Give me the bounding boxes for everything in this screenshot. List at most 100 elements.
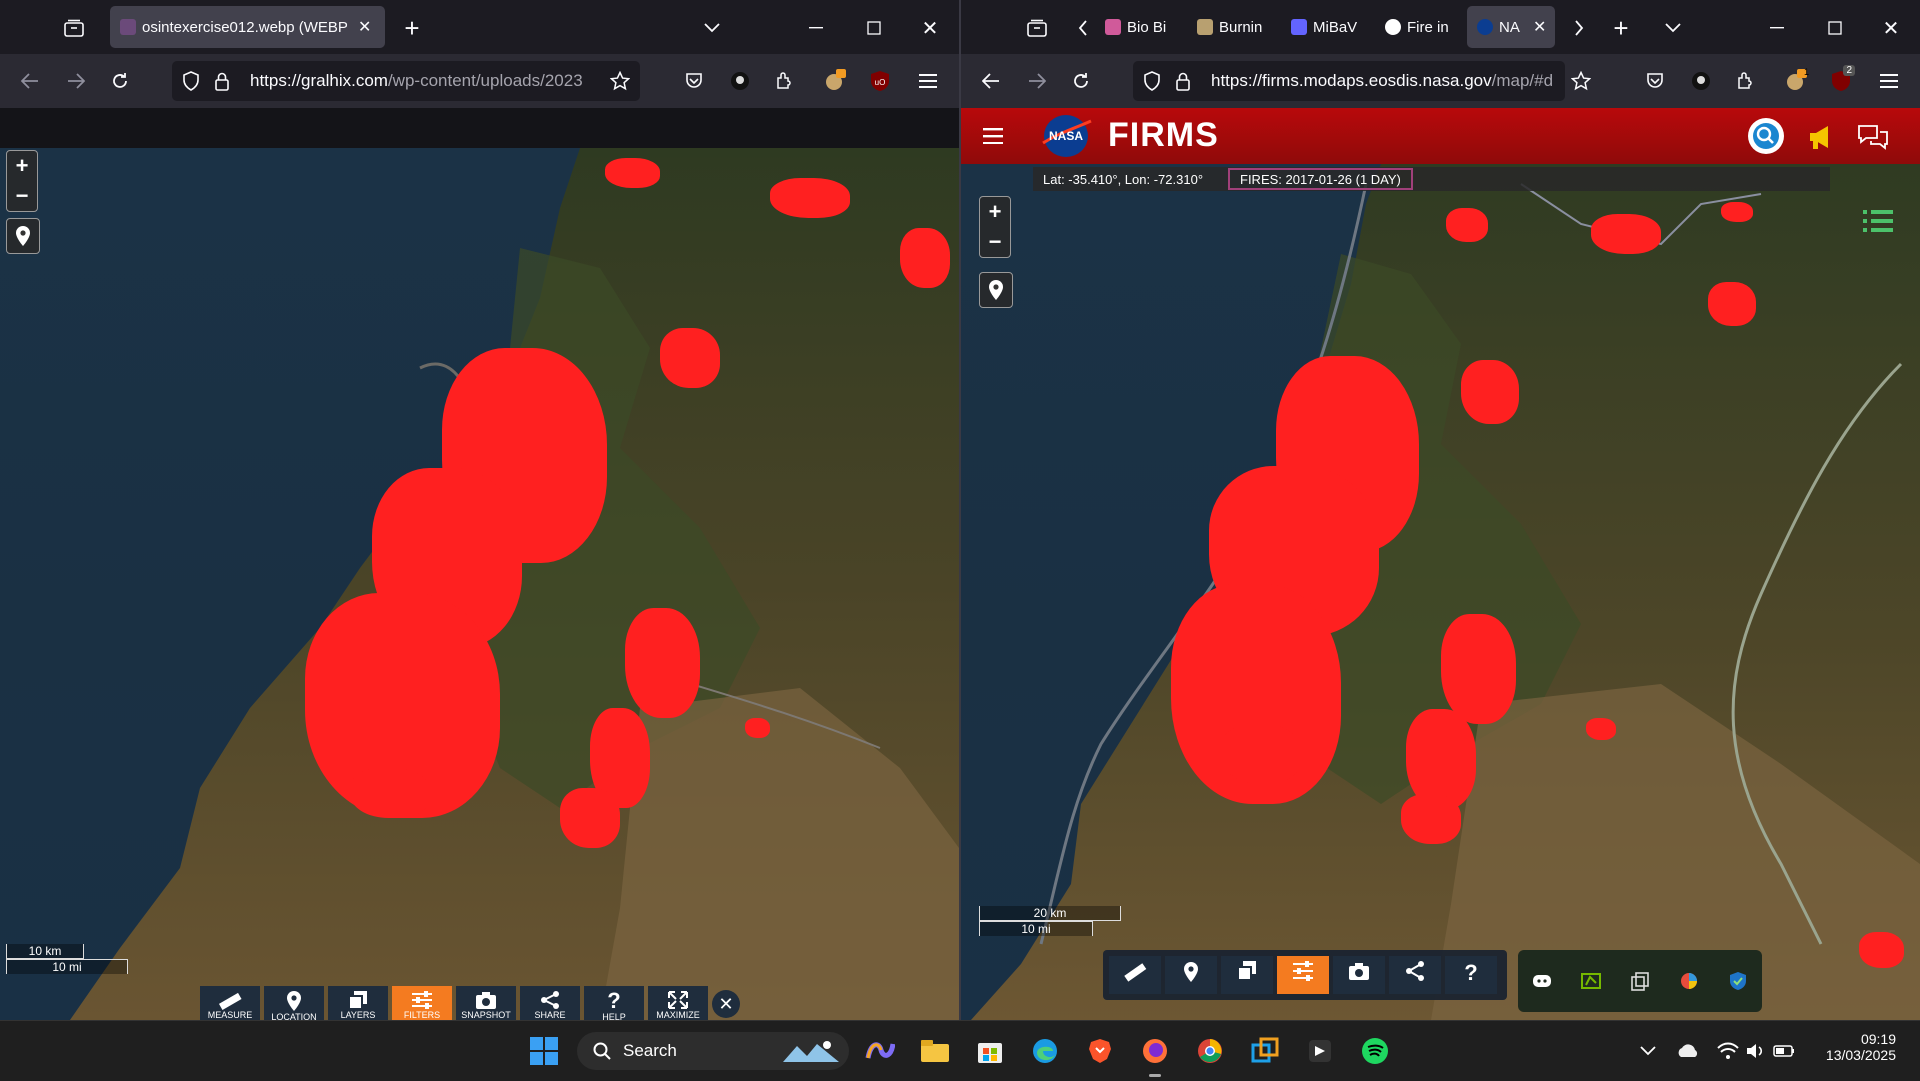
minimize-icon[interactable] — [1763, 14, 1791, 42]
search-location-button[interactable] — [1748, 118, 1784, 154]
close-window-icon[interactable]: ✕ — [1877, 14, 1905, 42]
maximize-icon[interactable] — [860, 14, 888, 42]
tab-bio[interactable]: Bio Bi — [1101, 6, 1181, 48]
tab-osint-image[interactable]: osintexercise012.webp (WEBP Ir ✕ — [110, 6, 385, 48]
file-explorer-icon[interactable] — [915, 1031, 955, 1071]
ublock-icon[interactable]: 2 — [1827, 65, 1855, 95]
back-icon[interactable] — [16, 67, 44, 95]
pocket-icon[interactable] — [1641, 67, 1669, 95]
snapshot-button[interactable] — [1333, 956, 1385, 994]
close-window-icon[interactable]: ✕ — [916, 14, 944, 42]
microsoft-store-icon[interactable] — [970, 1031, 1010, 1071]
clock[interactable]: 09:19 13/03/2025 — [1800, 1031, 1896, 1063]
tab-fire[interactable]: Fire in — [1375, 6, 1460, 48]
firms-map[interactable]: Lat: -35.410°, Lon: -72.310° FIRES: 2017… — [961, 164, 1920, 1020]
discord-icon[interactable] — [1531, 971, 1553, 991]
nvidia-icon[interactable] — [1580, 971, 1602, 991]
bookmark-star-icon[interactable] — [606, 67, 634, 95]
share-button[interactable]: SHARE — [520, 986, 580, 1020]
taskbar-search[interactable]: Search — [577, 1032, 849, 1070]
close-tab-icon[interactable]: ✕ — [1533, 17, 1546, 37]
maximize-map-button[interactable]: MAXIMIZE — [648, 986, 708, 1020]
maximize-icon[interactable] — [1821, 14, 1849, 42]
layers-button[interactable]: LAYERS — [328, 986, 388, 1020]
url-bar[interactable]: https://gralhix.com/wp-content/uploads/2… — [172, 61, 640, 101]
snapshot-button[interactable]: SNAPSHOT — [456, 986, 516, 1020]
lock-icon[interactable] — [1175, 71, 1191, 91]
multiscreen-app-icon[interactable] — [1245, 1031, 1285, 1071]
share-button[interactable] — [1389, 956, 1441, 994]
list-tabs-icon[interactable] — [1659, 14, 1687, 42]
close-tab-icon[interactable]: ✕ — [358, 17, 371, 37]
chrome-icon[interactable] — [1190, 1031, 1230, 1071]
shield-icon[interactable] — [1143, 71, 1161, 91]
show-hidden-icons-icon[interactable] — [1628, 1031, 1668, 1071]
close-toolbar-button[interactable]: ✕ — [712, 990, 740, 1018]
extensions-puzzle-icon[interactable] — [1731, 67, 1759, 95]
lock-icon[interactable] — [214, 71, 230, 91]
zoom-out-button[interactable]: − — [980, 227, 1010, 257]
feedback-chat-icon[interactable] — [1856, 120, 1890, 154]
search-highlight-image-icon — [783, 1041, 839, 1062]
back-icon[interactable] — [977, 67, 1005, 95]
new-tab-icon[interactable]: + — [1607, 13, 1635, 43]
zoom-in-button[interactable]: + — [980, 197, 1010, 227]
tab-overview-icon[interactable] — [1023, 14, 1051, 42]
measure-button[interactable]: MEASURE — [200, 986, 260, 1020]
extension-privacy-icon[interactable] — [726, 67, 754, 95]
tab-mibav[interactable]: MiBaV — [1281, 6, 1366, 48]
battery-icon[interactable] — [1764, 1031, 1804, 1071]
firefox-icon[interactable] — [1135, 1031, 1175, 1077]
bookmark-star-icon[interactable] — [1567, 67, 1595, 95]
menu-icon[interactable] — [914, 67, 942, 95]
location-pin-button[interactable] — [6, 218, 40, 254]
tab-overview-icon[interactable] — [60, 14, 88, 42]
location-button[interactable]: LOCATION — [264, 986, 324, 1020]
fire-cluster — [1859, 932, 1904, 968]
url-bar[interactable]: https://firms.modaps.eosdis.nasa.gov/map… — [1133, 61, 1565, 101]
help-button[interactable]: ? — [1445, 956, 1497, 994]
ublock-icon[interactable]: uO — [866, 67, 894, 95]
extension-privacy-icon[interactable] — [1687, 67, 1715, 95]
scroll-tabs-left-icon[interactable] — [1073, 14, 1093, 42]
onedrive-icon[interactable] — [1668, 1031, 1708, 1071]
minimize-icon[interactable] — [802, 14, 830, 42]
tab-burning[interactable]: Burnin — [1187, 6, 1272, 48]
filters-button[interactable] — [1277, 956, 1329, 994]
colorful-app-icon[interactable] — [1678, 971, 1700, 991]
extensions-puzzle-icon[interactable] — [770, 67, 798, 95]
brave-browser-icon[interactable] — [1080, 1031, 1120, 1071]
location-button[interactable] — [1165, 956, 1217, 994]
copy-icon[interactable] — [1629, 971, 1651, 991]
edge-browser-icon[interactable] — [1025, 1031, 1065, 1071]
announcements-megaphone-icon[interactable] — [1804, 120, 1838, 154]
menu-icon[interactable] — [1875, 67, 1903, 95]
list-tabs-icon[interactable] — [698, 14, 726, 42]
layers-button[interactable] — [1221, 956, 1273, 994]
spotify-icon[interactable] — [1355, 1031, 1395, 1071]
reload-icon[interactable] — [106, 67, 134, 95]
forward-icon[interactable] — [1023, 67, 1051, 95]
fires-date-range[interactable]: FIRES: 2017-01-26 (1 DAY) — [1228, 168, 1413, 190]
start-button[interactable] — [524, 1031, 564, 1071]
scroll-tabs-right-icon[interactable] — [1569, 14, 1589, 42]
zoom-in-button[interactable]: + — [7, 151, 37, 181]
hamburger-menu-icon[interactable] — [979, 122, 1007, 150]
help-button[interactable]: ? HELP — [584, 986, 644, 1020]
extension-badge-icon[interactable]: 1 — [1781, 65, 1811, 95]
extension-badge-icon[interactable] — [820, 65, 850, 95]
reload-icon[interactable] — [1067, 67, 1095, 95]
filters-button[interactable]: FILTERS — [392, 986, 452, 1020]
pocket-icon[interactable] — [680, 67, 708, 95]
security-shield-icon[interactable] — [1727, 971, 1749, 991]
dark-app-icon[interactable] — [1300, 1031, 1340, 1071]
copilot-icon[interactable] — [860, 1031, 900, 1071]
tab-nasa-firms[interactable]: NA ✕ — [1467, 6, 1555, 48]
location-pin-button[interactable] — [979, 272, 1013, 308]
layer-list-icon[interactable] — [1861, 206, 1895, 236]
zoom-out-button[interactable]: − — [7, 181, 37, 211]
shield-icon[interactable] — [182, 71, 200, 91]
measure-button[interactable] — [1109, 956, 1161, 994]
forward-icon[interactable] — [62, 67, 90, 95]
new-tab-icon[interactable]: + — [398, 13, 426, 43]
